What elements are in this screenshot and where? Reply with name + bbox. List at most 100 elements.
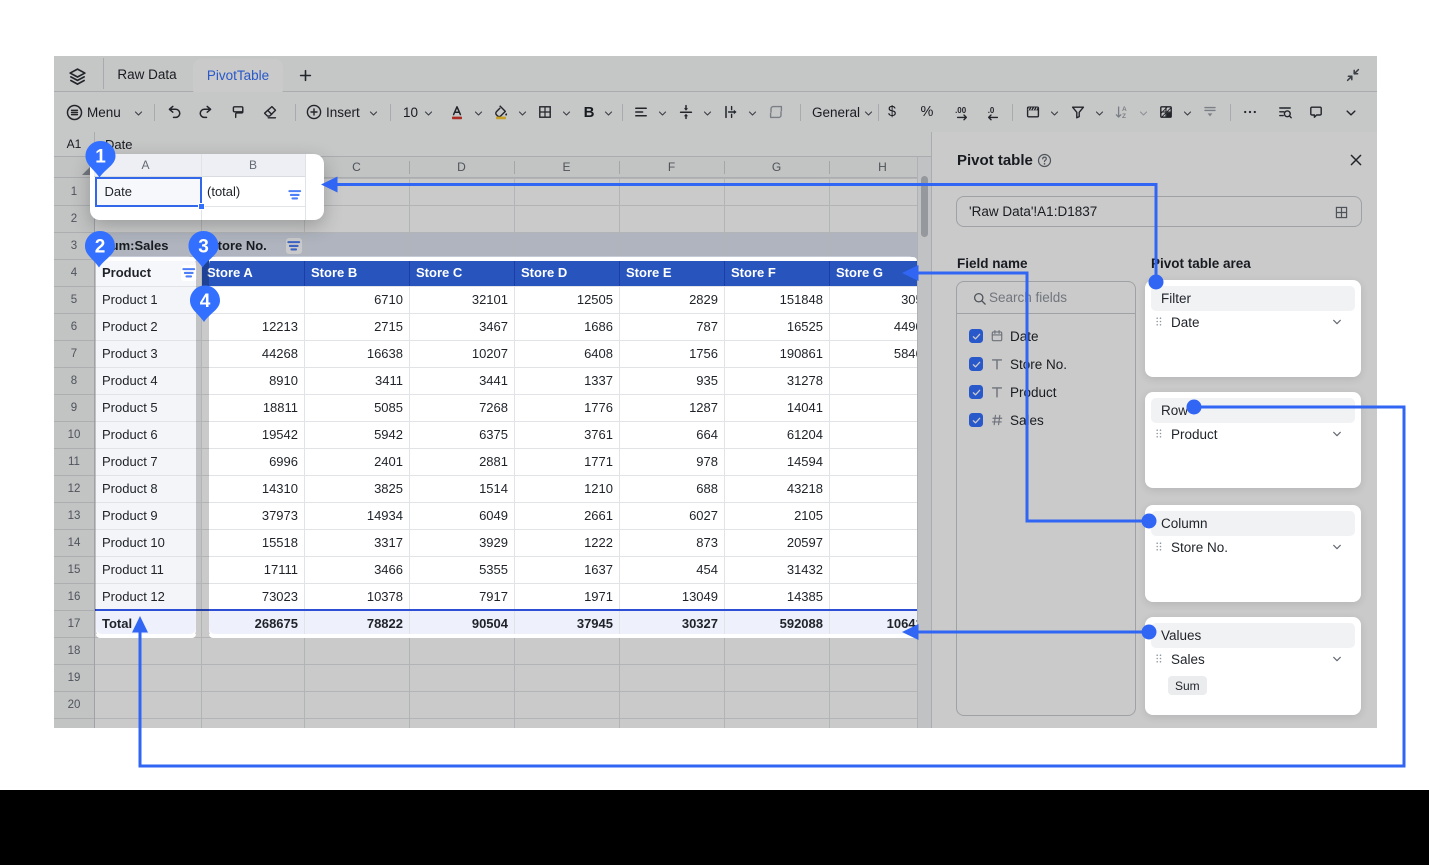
grid-cell[interactable]: Store F [724,259,829,286]
sheet-tab-rawdata[interactable]: Raw Data [112,56,182,92]
field-item-store-no-[interactable]: Store No. [969,353,1125,375]
formula-input[interactable]: Date [105,132,132,156]
drag-handle-icon[interactable] [1153,315,1165,329]
grid-cell[interactable]: 1971 [514,583,619,610]
grid-cell[interactable]: Product 1 [94,286,201,313]
comment-icon[interactable] [1308,104,1324,120]
row-number[interactable]: 14 [54,529,94,556]
grid-cell[interactable]: 3317 [304,529,409,556]
grid-cell[interactable]: 20597 [724,529,829,556]
scrollbar-thumb[interactable] [921,176,928,237]
grid-cell[interactable]: 1686 [514,313,619,340]
field-checkbox[interactable] [969,357,983,371]
grid-cell[interactable]: 19542 [201,421,304,448]
chevron-down-icon[interactable] [1331,653,1343,665]
grid-cell[interactable]: 31432 [724,556,829,583]
product-filter-icon[interactable] [181,265,197,281]
field-checkbox[interactable] [969,385,983,399]
grid-cell[interactable]: 14934 [304,502,409,529]
grid-cell[interactable]: 2105 [724,502,829,529]
grid-cell[interactable]: 1776 [514,394,619,421]
grid-cell[interactable]: 61204 [724,421,829,448]
grid-cell[interactable]: 1337 [514,367,619,394]
currency-button[interactable]: $ [884,92,900,132]
row-number[interactable]: 6 [54,313,94,340]
row-number[interactable]: 18 [54,637,94,664]
row-number[interactable]: 19 [54,664,94,691]
collapse-toolbar-icon[interactable] [1345,67,1361,83]
vertical-align-icon[interactable] [678,104,694,120]
cell-a1-selected[interactable]: Date [95,177,202,207]
grid-cell[interactable]: 1514 [409,475,514,502]
font-size-value[interactable]: 10 [403,92,418,132]
row-number[interactable]: 20 [54,691,94,718]
grid-cell[interactable]: 454 [619,556,724,583]
field-item-sales[interactable]: Sales [969,409,1125,431]
chevron-down-icon[interactable] [1331,541,1343,553]
row-number[interactable]: 1 [54,178,94,205]
grid-cell[interactable]: 6375 [409,421,514,448]
grid-cell[interactable]: 787 [619,313,724,340]
name-box[interactable]: A1 [54,132,94,156]
grid-cell[interactable]: Product 10 [94,529,201,556]
grid-cell[interactable]: 3466 [304,556,409,583]
cell-style-icon[interactable] [1025,104,1041,120]
text-wrap-icon[interactable] [723,104,739,120]
grid-cell[interactable]: 7268 [409,394,514,421]
row-number[interactable]: 10 [54,421,94,448]
drag-handle-icon[interactable] [1153,652,1165,666]
grid-cell[interactable]: 6408 [514,340,619,367]
fill-color-icon[interactable] [493,104,509,120]
grid-cell[interactable]: 10207 [409,340,514,367]
grid-cell[interactable]: 1210 [514,475,619,502]
grid-cell[interactable]: Store B [304,259,409,286]
grid-cell[interactable]: 3825 [304,475,409,502]
row-number[interactable]: 11 [54,448,94,475]
row-number[interactable]: 7 [54,340,94,367]
grid-cell[interactable]: 5355 [409,556,514,583]
font-color-icon[interactable] [449,104,465,120]
grid-cell[interactable]: Product 8 [94,475,201,502]
grid-cell[interactable]: 15518 [201,529,304,556]
grid-cell[interactable]: 5942 [304,421,409,448]
find-replace-icon[interactable] [1277,104,1293,120]
grid-cell[interactable]: 30327 [619,610,724,637]
increase-decimal-icon[interactable]: .00 [954,104,971,121]
grid-cell[interactable]: Product 6 [94,421,201,448]
grid-cell[interactable]: Sum:Sales [94,232,201,259]
grid-cell[interactable]: Product 2 [94,313,201,340]
grid-cell[interactable]: 7917 [409,583,514,610]
grid-cell[interactable]: 44903 [829,313,917,340]
valign-chevron-icon[interactable] [702,108,713,119]
row-number[interactable]: 17 [54,610,94,637]
area-box-item[interactable]: Product [1153,423,1353,445]
grid-cell[interactable]: 1222 [514,529,619,556]
grid-cell[interactable]: 1637 [514,556,619,583]
grid-cell[interactable]: Product 11 [94,556,201,583]
grid-cell[interactable]: 6027 [619,502,724,529]
grid-cell[interactable]: 16525 [724,313,829,340]
font-size-chevron-icon[interactable] [423,108,434,119]
grid-cell[interactable]: Product 5 [94,394,201,421]
store-no-filter-icon[interactable] [286,238,302,254]
cell-style-chevron-icon[interactable] [1049,108,1060,119]
percent-button[interactable]: % [918,92,936,132]
add-sheet-icon[interactable] [298,68,313,83]
row-number[interactable]: 9 [54,394,94,421]
filter-chevron-icon[interactable] [1094,108,1105,119]
grid-cell[interactable]: 78822 [304,610,409,637]
grid-cell[interactable]: 2401 [304,448,409,475]
grid-cell[interactable]: 2829 [619,286,724,313]
grid-cell[interactable]: 151848 [724,286,829,313]
column-header[interactable]: F [619,157,724,177]
row-number[interactable]: 13 [54,502,94,529]
area-box-item[interactable]: Sales [1153,648,1353,670]
grid-cell[interactable]: Total [94,610,201,637]
menu-icon[interactable] [66,104,83,121]
grid-cell[interactable]: 664 [619,421,724,448]
grid-cell[interactable]: 90504 [409,610,514,637]
drag-handle-icon[interactable] [1153,540,1165,554]
column-header[interactable]: H [829,157,917,177]
grid-cell[interactable]: Product 9 [94,502,201,529]
grid-cell[interactable]: 14310 [201,475,304,502]
